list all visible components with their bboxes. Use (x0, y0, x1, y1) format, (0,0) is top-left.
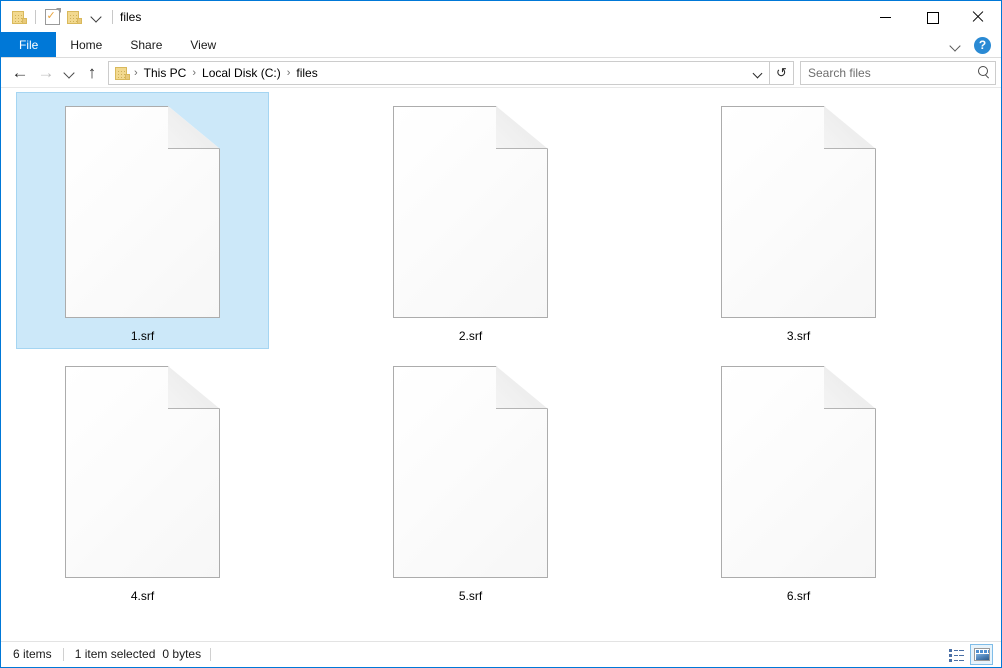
tab-file[interactable]: File (1, 32, 57, 57)
tab-view[interactable]: View (176, 32, 230, 57)
file-label: 1.srf (130, 329, 155, 343)
expand-ribbon-chevron-down-icon[interactable] (944, 34, 966, 56)
recent-locations-button[interactable] (59, 60, 79, 86)
breadcrumb[interactable]: › This PC › Local Disk (C:) › files (108, 60, 770, 85)
srf-file-icon (393, 366, 548, 578)
status-bar: 6 items 1 item selected 0 bytes (1, 641, 1001, 666)
qat-separator-2 (112, 9, 113, 24)
tab-home[interactable]: Home (56, 32, 116, 57)
new-folder-icon[interactable] (63, 6, 85, 28)
srf-file-icon (65, 366, 220, 578)
tab-share[interactable]: Share (116, 32, 176, 57)
search-box[interactable] (800, 60, 996, 85)
refresh-icon: ↻ (776, 65, 787, 80)
status-separator (62, 647, 64, 661)
explorer-window: ✓ files File Home Share View ? ← → ↑ › T… (0, 0, 1002, 668)
file-label: 3.srf (786, 329, 811, 343)
properties-glyph: ✓ (44, 7, 61, 25)
minimize-icon (880, 11, 892, 23)
minimize-button[interactable] (863, 1, 909, 32)
quick-access-toolbar: ✓ files (1, 1, 141, 33)
file-item[interactable]: 1.srf (16, 92, 269, 349)
forward-arrow-icon: → (37, 63, 55, 82)
close-button[interactable] (955, 1, 1001, 32)
close-icon (972, 11, 984, 23)
status-separator (210, 647, 212, 661)
file-item[interactable]: 4.srf (16, 352, 269, 609)
search-input[interactable] (808, 65, 977, 80)
folder-icon[interactable] (8, 6, 30, 28)
qat-chevron-down-icon[interactable] (85, 6, 107, 28)
file-label: 2.srf (458, 329, 483, 343)
ribbon-tab-bar: File Home Share View ? (1, 32, 1001, 58)
file-item[interactable]: 2.srf (344, 92, 597, 349)
window-controls (863, 1, 1001, 32)
details-view-icon (949, 648, 964, 662)
back-arrow-icon: ← (11, 63, 29, 82)
large-icons-view-button[interactable] (970, 644, 993, 665)
forward-button[interactable]: → (33, 60, 59, 86)
qat-separator-1 (35, 9, 36, 24)
breadcrumb-item-files[interactable]: files (291, 64, 322, 82)
back-button[interactable]: ← (7, 60, 33, 86)
up-arrow-icon: ↑ (87, 63, 97, 82)
help-icon[interactable]: ? (974, 36, 991, 54)
breadcrumb-item-this-pc[interactable]: This PC (139, 64, 192, 82)
chevron-down-glyph (754, 69, 762, 77)
address-bar: ← → ↑ › This PC › Local Disk (C:) › file… (1, 58, 1001, 88)
file-grid: 1.srf 2.srf 3.srf 4.srf 5.srf 6.srf (1, 88, 1001, 612)
maximize-icon (926, 11, 939, 24)
details-view-button[interactable] (945, 644, 968, 665)
chevron-down-glyph (92, 12, 101, 21)
file-label: 4.srf (130, 589, 155, 603)
search-icon[interactable] (977, 65, 991, 80)
file-item[interactable]: 3.srf (672, 92, 925, 349)
folder-glyph (115, 66, 130, 80)
selection-text: 1 item selected (74, 647, 156, 661)
breadcrumb-folder-icon[interactable] (115, 66, 130, 80)
title-bar: ✓ files (1, 0, 1001, 32)
refresh-button[interactable]: ↻ (770, 60, 794, 85)
breadcrumb-chevron-down-icon[interactable] (749, 62, 767, 84)
file-item[interactable]: 6.srf (672, 352, 925, 609)
srf-file-icon (721, 106, 876, 318)
ribbon-right-controls: ? (944, 32, 997, 58)
chevron-down-icon (65, 68, 74, 77)
folder-glyph (11, 10, 27, 24)
srf-file-icon (721, 366, 876, 578)
selection-size-text: 0 bytes (162, 647, 202, 661)
srf-file-icon (65, 106, 220, 318)
item-count-text: 6 items (13, 647, 52, 661)
breadcrumb-item-local-disk[interactable]: Local Disk (C:) (197, 64, 286, 82)
properties-icon[interactable]: ✓ (41, 6, 63, 28)
srf-file-icon (393, 106, 548, 318)
window-title: files (120, 9, 142, 24)
up-button[interactable]: ↑ (79, 60, 105, 86)
chevron-down-glyph (951, 41, 960, 50)
large-icons-view-icon (973, 648, 990, 661)
file-item[interactable]: 5.srf (344, 352, 597, 609)
view-toggle-group (945, 643, 993, 666)
maximize-button[interactable] (909, 1, 955, 32)
new-folder-glyph (66, 10, 82, 24)
file-label: 6.srf (786, 589, 811, 603)
file-list-content[interactable]: 1.srf 2.srf 3.srf 4.srf 5.srf 6.srf (1, 88, 1001, 641)
file-label: 5.srf (458, 589, 483, 603)
